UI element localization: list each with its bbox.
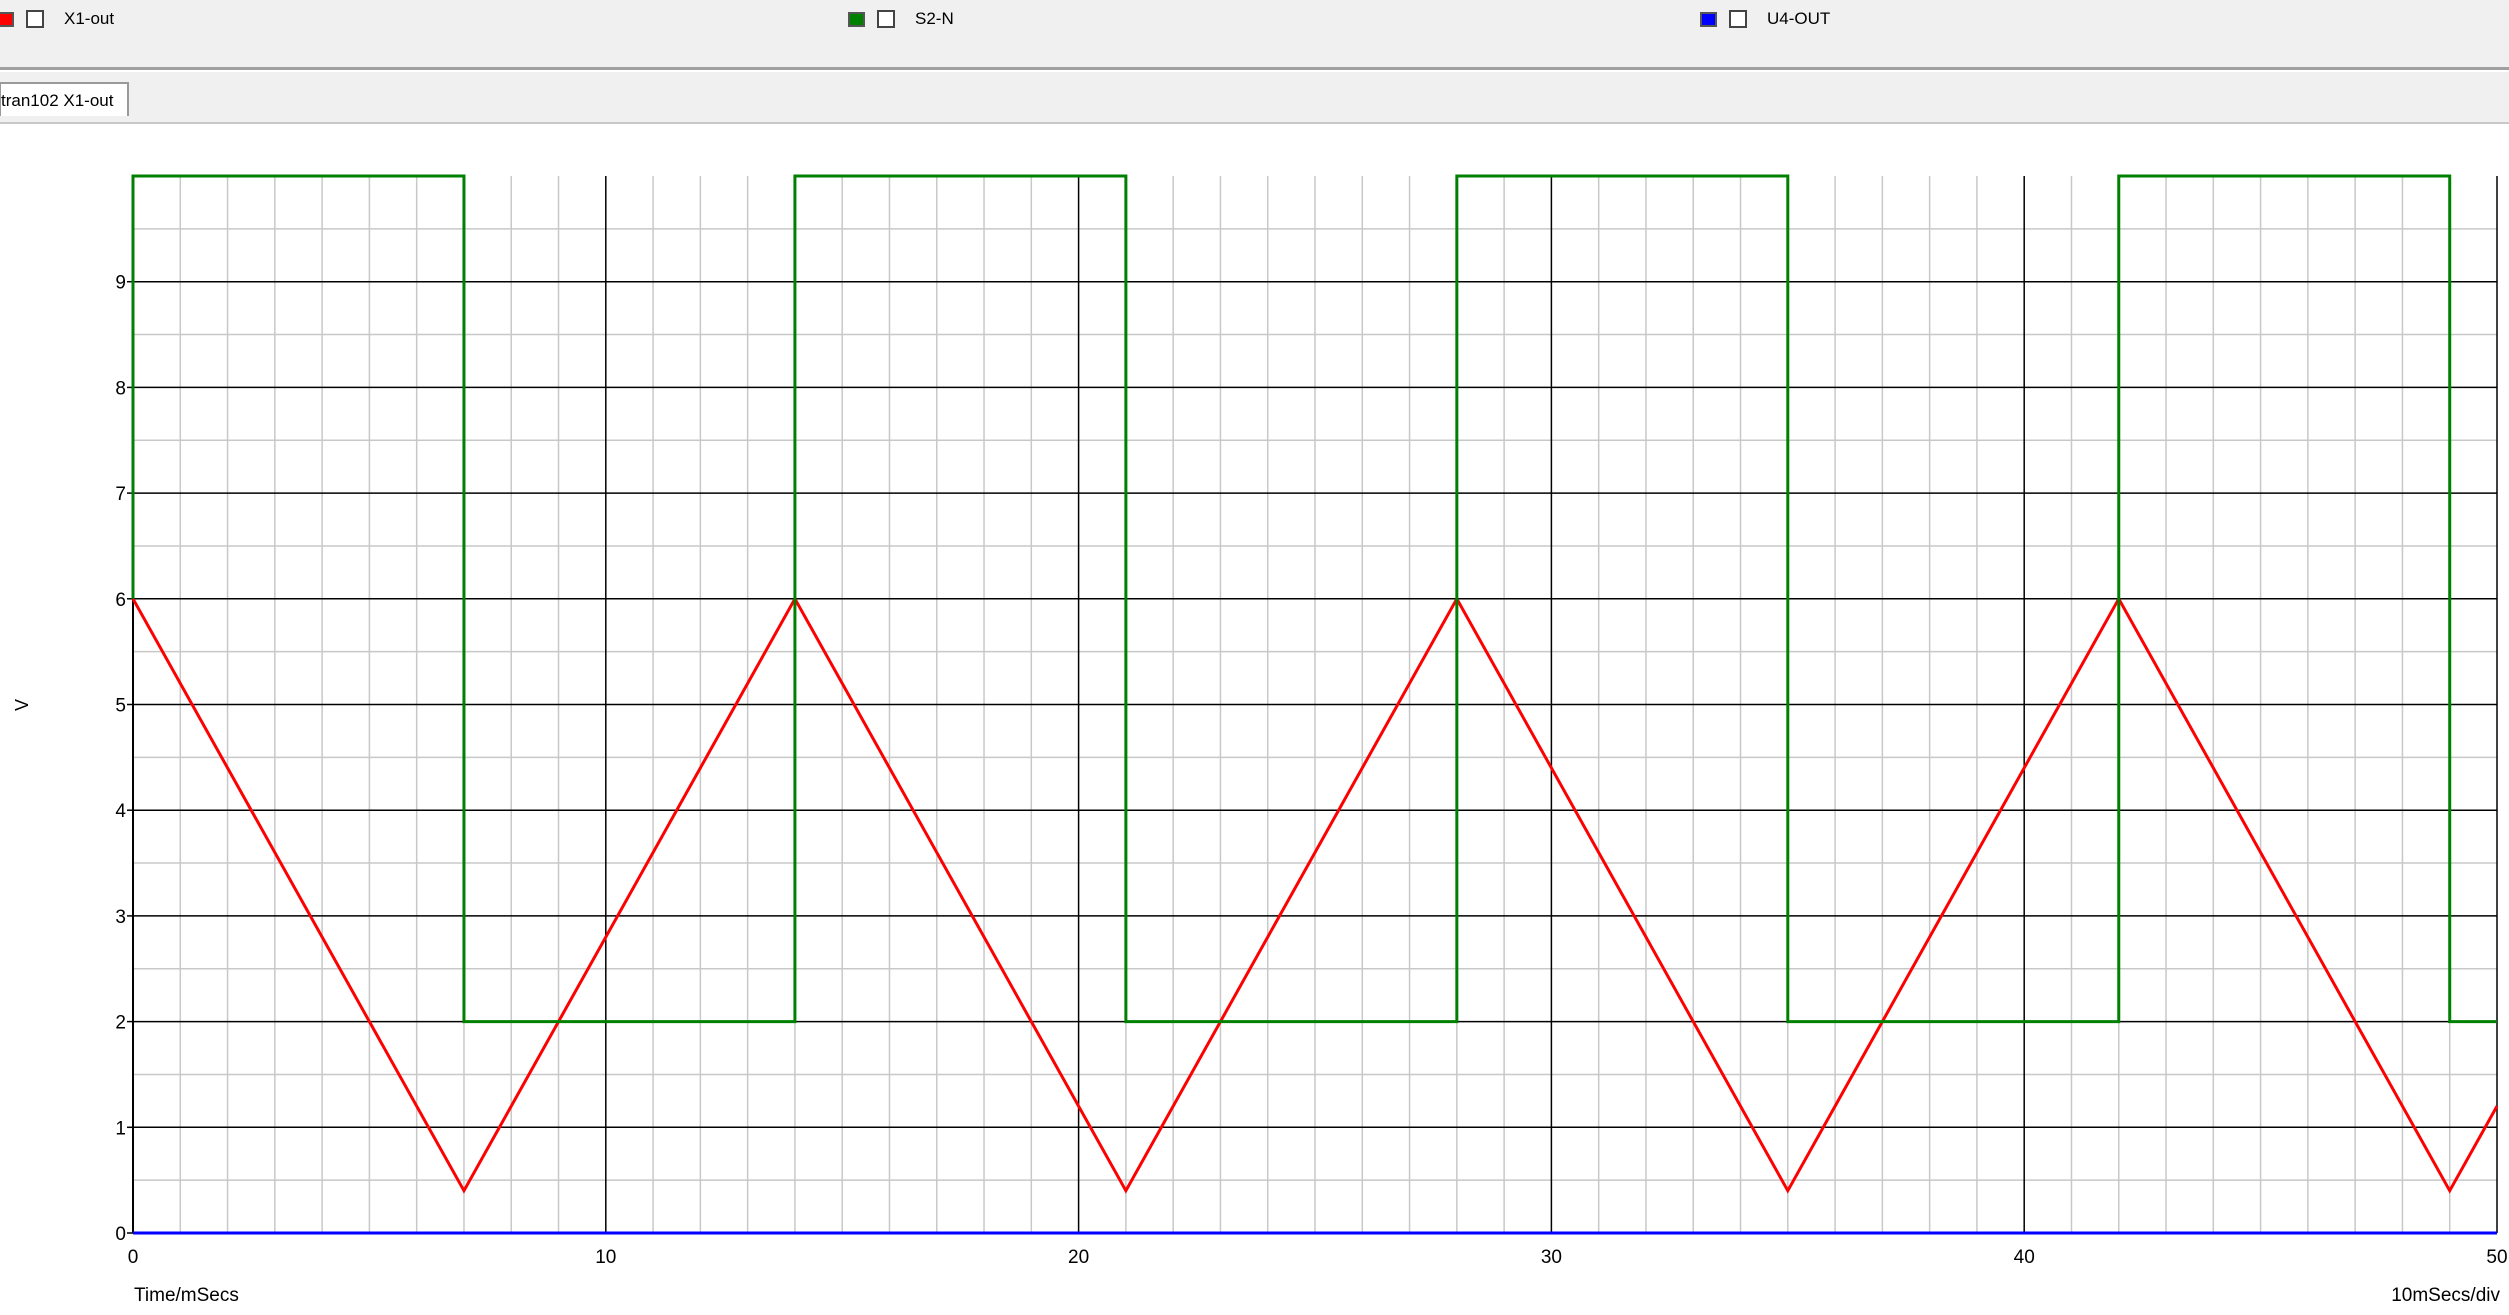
legend-checkbox-x1-out[interactable]	[26, 10, 44, 28]
x-tick-label: 20	[1068, 1247, 1089, 1268]
legend-label-x1-out: X1-out	[64, 9, 115, 28]
x-tick-label: 40	[2014, 1247, 2035, 1268]
x-tick-label: 30	[1541, 1247, 1562, 1268]
legend-item-s2-n[interactable]: S2-N	[848, 0, 954, 38]
legend-swatch-u4-out[interactable]	[1700, 11, 1717, 27]
x-tick-label: 0	[128, 1247, 139, 1268]
legend-checkbox-s2-n[interactable]	[877, 10, 895, 28]
legend-item-u4-out[interactable]: U4-OUT	[1700, 0, 1830, 38]
y-tick-label: 9	[115, 273, 126, 294]
y-tick-label: 6	[115, 590, 126, 611]
y-axis-label: V	[12, 699, 32, 711]
y-tick-label: 5	[115, 696, 126, 717]
y-tick-label: 8	[115, 378, 126, 399]
y-tick-label: 3	[115, 907, 126, 928]
x-axis-ticks: 0 10 20 30 40 50	[128, 1247, 2508, 1268]
time-scale-label: 10mSecs/div	[2391, 1285, 2500, 1306]
legend-bar: X1-out S2-N U4-OUT	[0, 0, 2509, 70]
legend-swatch-x1-out[interactable]	[0, 11, 14, 27]
y-tick-label: 2	[115, 1013, 126, 1034]
y-tick-label: 4	[115, 801, 126, 822]
x-tick-label: 50	[2486, 1247, 2507, 1268]
waveform-chart[interactable]: 0 1 2 3 4 5 6 7 8 9 0 10 20 30 40 50 V Time/mSecs 10mS…	[0, 124, 2509, 1315]
legend-swatch-s2-n[interactable]	[848, 11, 865, 27]
x-tick-label: 10	[595, 1247, 616, 1268]
tab-tran102-x1-out[interactable]: tran102 X1-out	[0, 82, 130, 116]
y-tick-label: 0	[115, 1224, 126, 1245]
x-axis-label: Time/mSecs	[134, 1285, 239, 1306]
legend-label-s2-n: S2-N	[915, 9, 954, 28]
y-tick-label: 1	[115, 1118, 126, 1139]
y-axis-ticks: 0 1 2 3 4 5 6 7 8 9	[115, 273, 133, 1245]
legend-checkbox-u4-out[interactable]	[1729, 10, 1747, 28]
legend-item-x1-out[interactable]: X1-out	[0, 0, 114, 38]
legend-label-u4-out: U4-OUT	[1767, 9, 1831, 28]
plot-area[interactable]: 0 1 2 3 4 5 6 7 8 9 0 10 20 30 40 50 V Time/mSecs 10mS…	[0, 124, 2509, 1315]
y-tick-label: 7	[115, 484, 126, 505]
tab-strip: tran102 X1-out	[0, 72, 2509, 124]
